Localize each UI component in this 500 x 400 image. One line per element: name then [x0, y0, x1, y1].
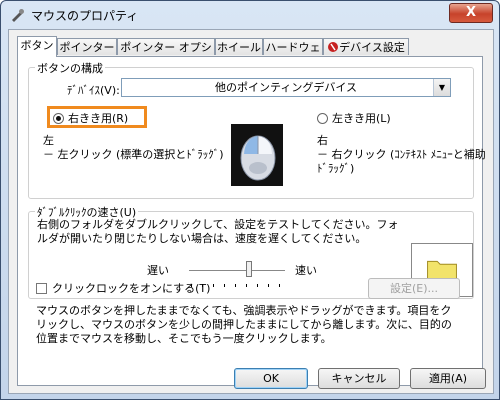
- dropdown-arrow-icon[interactable]: ▼: [433, 79, 450, 96]
- click-lock-checkbox-label: クリックロックをオンにする(T): [52, 282, 211, 295]
- right-button-desc: － 右クリック (ｺﾝﾃｷｽﾄ ﾒﾆｭｰと補助 ﾄﾞﾗｯｸﾞ): [317, 148, 486, 175]
- mouse-icon: [240, 135, 276, 181]
- tab-label: ボタン: [20, 39, 54, 52]
- tab-buttons[interactable]: ボタン: [17, 36, 57, 57]
- slider-tick: [257, 284, 258, 287]
- apply-button[interactable]: 適用(A): [410, 368, 486, 389]
- tab-device-settings[interactable]: デバイス設定: [323, 38, 409, 55]
- radio-selected-icon: [53, 112, 64, 124]
- slider-tick: [279, 284, 280, 287]
- tab-hardware[interactable]: ハードウェア: [263, 38, 323, 71]
- left-handed-radio[interactable]: 左きき用(L): [317, 110, 391, 126]
- click-lock-settings-button[interactable]: 設定(E)...: [368, 278, 460, 299]
- slider-tick: [235, 284, 236, 287]
- double-click-slider-track[interactable]: [189, 270, 285, 272]
- ok-button[interactable]: OK: [234, 368, 308, 389]
- mouse-image: [231, 124, 283, 186]
- button-config-group: ボタンの構成 ﾃﾞﾊﾞｲｽ(V): 他のポインティングデバイス ▼ 右きき用(R…: [28, 60, 486, 199]
- tab-pointer-options[interactable]: ポインター オプション: [117, 38, 215, 71]
- slider-tick: [268, 284, 269, 287]
- click-lock-desc: マウスのボタンを押したままでなくても、強調表示やドラッグができます。項目をクリッ…: [36, 304, 452, 345]
- close-button[interactable]: X: [449, 3, 493, 23]
- right-handed-label: 右きき用(R): [68, 112, 129, 125]
- fast-label: 速い: [295, 264, 317, 277]
- mouse-app-icon: [12, 9, 24, 22]
- left-button-desc: － 左クリック (標準の選択とﾄﾞﾗｯｸﾞ): [43, 148, 224, 161]
- tab-label: ポインター: [59, 41, 115, 54]
- right-button-title: 右: [317, 134, 328, 147]
- device-select[interactable]: 他のポインティングデバイス ▼: [121, 78, 451, 97]
- tab-wheel[interactable]: ホイール: [215, 38, 263, 55]
- right-handed-radio[interactable]: 右きき用(R): [53, 110, 128, 126]
- window-title: マウスのプロパティ: [31, 9, 139, 23]
- cancel-button[interactable]: キャンセル: [318, 368, 400, 389]
- radio-unselected-icon: [317, 112, 328, 124]
- tab-label: ホイール: [217, 41, 261, 54]
- double-click-slider-thumb[interactable]: [246, 261, 252, 277]
- left-handed-label: 左きき用(L): [332, 112, 391, 125]
- button-config-legend: ボタンの構成: [35, 60, 105, 76]
- slow-label: 遅い: [147, 264, 169, 277]
- tab-pointers[interactable]: ポインター: [57, 38, 117, 55]
- device-select-value: 他のポインティングデバイス: [214, 81, 357, 94]
- click-lock-checkbox[interactable]: [36, 283, 47, 294]
- slider-tick: [213, 284, 214, 287]
- slider-tick: [246, 284, 247, 287]
- tab-label: デバイス設定: [339, 41, 405, 54]
- title-bar[interactable]: マウスのプロパティ X: [1, 1, 499, 29]
- left-button-title: 左: [43, 134, 54, 147]
- device-label: ﾃﾞﾊﾞｲｽ(V):: [67, 84, 120, 97]
- slider-tick: [224, 284, 225, 287]
- device-settings-icon: [328, 42, 338, 52]
- double-click-desc: 右側のフォルダをダブルクリックして、設定をテストしてください。フォルダが開いたり…: [37, 218, 399, 245]
